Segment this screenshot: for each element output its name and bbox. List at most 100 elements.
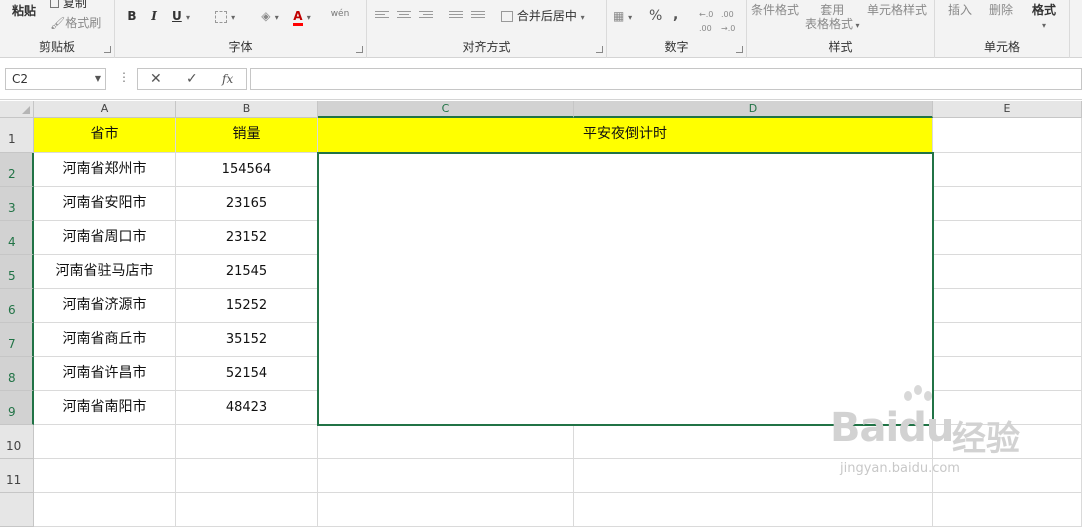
more-options-icon[interactable]: ⋮ bbox=[118, 70, 130, 84]
cell-e2[interactable] bbox=[933, 153, 1082, 187]
cell-e3[interactable] bbox=[933, 187, 1082, 221]
row-header-12[interactable] bbox=[0, 493, 34, 527]
row-header-11[interactable]: 11 bbox=[0, 459, 34, 493]
cell-a3[interactable]: 河南省安阳市 bbox=[34, 187, 176, 221]
cell-b10[interactable] bbox=[176, 425, 318, 459]
copy-button[interactable]: 复制 bbox=[50, 0, 87, 10]
row-header-3[interactable]: 3 bbox=[0, 187, 34, 221]
cell-b1[interactable]: 销量 bbox=[176, 118, 318, 153]
cell-e6[interactable] bbox=[933, 289, 1082, 323]
cell-a4[interactable]: 河南省周口市 bbox=[34, 221, 176, 255]
cell-c10[interactable] bbox=[318, 425, 574, 459]
cell-b3[interactable]: 23165 bbox=[176, 187, 318, 221]
cell-c11[interactable] bbox=[318, 459, 574, 493]
cell-b4[interactable]: 23152 bbox=[176, 221, 318, 255]
format-dropdown-icon: ▾ bbox=[1042, 21, 1047, 30]
format-as-table-label-2: 表格格式 bbox=[805, 17, 854, 31]
cell-a12[interactable] bbox=[34, 493, 176, 527]
styles-group: 条件格式 套用 表格格式 ▾ 单元格样式 样式 bbox=[747, 0, 935, 58]
row-header-4[interactable]: 4 bbox=[0, 221, 34, 255]
clipboard-dialog-launcher[interactable] bbox=[104, 46, 111, 53]
font-color-button[interactable]: A ▾ bbox=[287, 8, 317, 26]
decrease-indent-icon[interactable] bbox=[449, 9, 463, 20]
row-header-8[interactable]: 8 bbox=[0, 357, 34, 391]
cell-e5[interactable] bbox=[933, 255, 1082, 289]
accounting-format-button[interactable]: ▦ ▾ bbox=[613, 9, 632, 25]
row-header-10[interactable]: 10 bbox=[0, 425, 34, 459]
row-header-9[interactable]: 9 bbox=[0, 391, 34, 425]
format-as-table-dropdown-icon: ▾ bbox=[853, 21, 860, 30]
align-left-icon[interactable] bbox=[375, 9, 389, 20]
row-header-1[interactable]: 1 bbox=[0, 118, 34, 153]
cell-a7[interactable]: 河南省商丘市 bbox=[34, 323, 176, 357]
cell-e7[interactable] bbox=[933, 323, 1082, 357]
cell-b9[interactable]: 48423 bbox=[176, 391, 318, 425]
conditional-format-button[interactable]: 条件格式 bbox=[751, 3, 799, 17]
underline-button[interactable]: U ▾ bbox=[168, 8, 194, 24]
cell-a6[interactable]: 河南省济源市 bbox=[34, 289, 176, 323]
italic-button[interactable]: I bbox=[147, 8, 161, 24]
cell-e12[interactable] bbox=[933, 493, 1082, 527]
cell-b2[interactable]: 154564 bbox=[176, 153, 318, 187]
decrease-decimal-icon[interactable]: .00 →.0 bbox=[721, 8, 735, 36]
phonetic-button[interactable]: wén bbox=[327, 6, 353, 22]
row-header-5[interactable]: 5 bbox=[0, 255, 34, 289]
increase-indent-icon[interactable] bbox=[471, 9, 485, 20]
delete-button[interactable]: 删除 bbox=[989, 3, 1013, 17]
row-header-7[interactable]: 7 bbox=[0, 323, 34, 357]
cell-b6[interactable]: 15252 bbox=[176, 289, 318, 323]
cell-b5[interactable]: 21545 bbox=[176, 255, 318, 289]
borders-button[interactable]: ▾ bbox=[210, 8, 240, 24]
row-header-6[interactable]: 6 bbox=[0, 289, 34, 323]
align-center-icon[interactable] bbox=[397, 9, 411, 20]
cell-e1[interactable] bbox=[933, 118, 1082, 153]
align-right-icon[interactable] bbox=[419, 9, 433, 20]
format-as-table-button[interactable]: 套用 表格格式 ▾ bbox=[805, 3, 860, 33]
cell-c12[interactable] bbox=[318, 493, 574, 527]
cell-b7[interactable]: 35152 bbox=[176, 323, 318, 357]
column-header-e[interactable]: E bbox=[933, 101, 1082, 118]
formula-input[interactable] bbox=[250, 68, 1082, 90]
paste-button[interactable]: 粘贴 bbox=[12, 4, 36, 18]
alignment-dialog-launcher[interactable] bbox=[596, 46, 603, 53]
enter-icon[interactable]: ✓ bbox=[186, 71, 198, 87]
name-box-dropdown-icon[interactable]: ▼ bbox=[95, 69, 101, 89]
insert-function-icon[interactable]: fx bbox=[222, 72, 233, 86]
merge-center-button[interactable]: 合并后居中 ▾ bbox=[501, 9, 585, 25]
name-box[interactable]: C2 ▼ bbox=[5, 68, 106, 90]
cell-a1[interactable]: 省市 bbox=[34, 118, 176, 153]
bold-button[interactable]: B bbox=[125, 8, 139, 24]
cell-a5[interactable]: 河南省驻马店市 bbox=[34, 255, 176, 289]
cell-a10[interactable] bbox=[34, 425, 176, 459]
cell-d12[interactable] bbox=[574, 493, 933, 527]
cancel-icon[interactable]: ✕ bbox=[150, 71, 162, 87]
column-header-b[interactable]: B bbox=[176, 101, 318, 118]
column-header-a[interactable]: A bbox=[34, 101, 176, 118]
font-dialog-launcher[interactable] bbox=[356, 46, 363, 53]
fill-color-button[interactable]: ◈ ▾ bbox=[253, 8, 287, 24]
cell-styles-button[interactable]: 单元格样式 bbox=[867, 3, 927, 17]
format-button[interactable]: 格式 ▾ bbox=[1032, 3, 1056, 33]
cell-e4[interactable] bbox=[933, 221, 1082, 255]
cell-b12[interactable] bbox=[176, 493, 318, 527]
cell-b8[interactable]: 52154 bbox=[176, 357, 318, 391]
cell-a11[interactable] bbox=[34, 459, 176, 493]
row-header-2[interactable]: 2 bbox=[0, 153, 34, 187]
increase-decimal-icon[interactable]: ←.0.00 bbox=[699, 8, 713, 36]
insert-button[interactable]: 插入 bbox=[948, 3, 972, 17]
cell-a2[interactable]: 河南省郑州市 bbox=[34, 153, 176, 187]
cell-a9[interactable]: 河南省南阳市 bbox=[34, 391, 176, 425]
cell-b11[interactable] bbox=[176, 459, 318, 493]
cell-a8[interactable]: 河南省许昌市 bbox=[34, 357, 176, 391]
column-header-d[interactable]: D bbox=[574, 101, 933, 118]
format-painter-button[interactable]: 🖌格式刷 bbox=[50, 16, 101, 30]
column-header-c[interactable]: C bbox=[318, 101, 574, 118]
comma-button[interactable]: , bbox=[673, 8, 678, 22]
fill-color-dropdown-icon: ▾ bbox=[274, 13, 279, 22]
cell-c1-merged[interactable]: 平安夜倒计时 bbox=[318, 118, 933, 153]
number-dialog-launcher[interactable] bbox=[736, 46, 743, 53]
percent-button[interactable]: % bbox=[649, 9, 662, 23]
font-color-label: A bbox=[293, 9, 303, 26]
clipboard-group-label: 剪贴板 bbox=[38, 40, 75, 54]
select-all-button[interactable] bbox=[0, 101, 34, 118]
